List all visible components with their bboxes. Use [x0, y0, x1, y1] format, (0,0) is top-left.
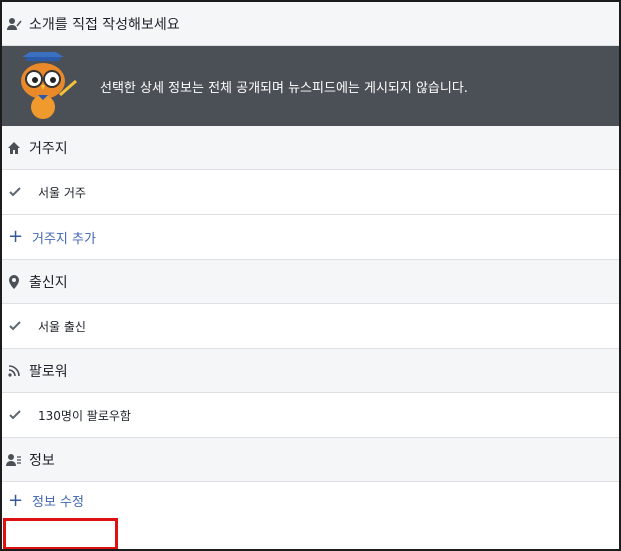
edit-info-button[interactable]: + 정보 수정	[2, 482, 619, 519]
info-header: 정보	[2, 438, 619, 482]
location-pin-icon	[6, 274, 22, 290]
person-edit-icon	[6, 16, 22, 32]
edit-info-label[interactable]: 정보 수정	[32, 491, 84, 510]
followers-title: 팔로워	[29, 363, 68, 380]
plus-icon: +	[8, 226, 24, 247]
rss-icon	[6, 363, 22, 379]
checkbox-checked-icon[interactable]	[8, 185, 22, 199]
residence-title: 거주지	[29, 140, 68, 157]
plus-icon: +	[8, 489, 24, 511]
hometown-header: 출신지	[2, 260, 619, 304]
intro-header: 소개를 직접 작성해보세요	[2, 2, 619, 46]
add-residence-button[interactable]: + 거주지 추가	[2, 215, 619, 260]
residence-item[interactable]: 서울 거주	[2, 170, 619, 215]
residence-header: 거주지	[2, 126, 619, 170]
residence-value: 서울 거주	[38, 185, 86, 200]
info-title: 정보	[29, 452, 55, 469]
add-residence-label[interactable]: 거주지 추가	[32, 228, 96, 247]
highlight-box	[3, 518, 118, 549]
home-icon	[6, 140, 22, 156]
followers-value: 130명이 팔로우함	[38, 408, 131, 423]
followers-header: 팔로워	[2, 349, 619, 393]
owl-mascot-icon	[21, 52, 77, 119]
banner-text: 선택한 상세 정보는 전체 공개되며 뉴스피드에는 게시되지 않습니다.	[100, 80, 468, 96]
person-info-icon	[6, 452, 22, 468]
intro-panel: 소개를 직접 작성해보세요 선택한 상세 정보는 전체 공개되며 뉴스피드에는 …	[0, 0, 621, 551]
hometown-item[interactable]: 서울 출신	[2, 304, 619, 349]
checkbox-checked-icon[interactable]	[8, 408, 22, 422]
followers-item[interactable]: 130명이 팔로우함	[2, 393, 619, 438]
hometown-value: 서울 출신	[38, 319, 86, 334]
hometown-title: 출신지	[29, 274, 68, 291]
privacy-banner: 선택한 상세 정보는 전체 공개되며 뉴스피드에는 게시되지 않습니다.	[2, 46, 619, 126]
intro-title: 소개를 직접 작성해보세요	[29, 16, 180, 33]
checkbox-checked-icon[interactable]	[8, 319, 22, 333]
